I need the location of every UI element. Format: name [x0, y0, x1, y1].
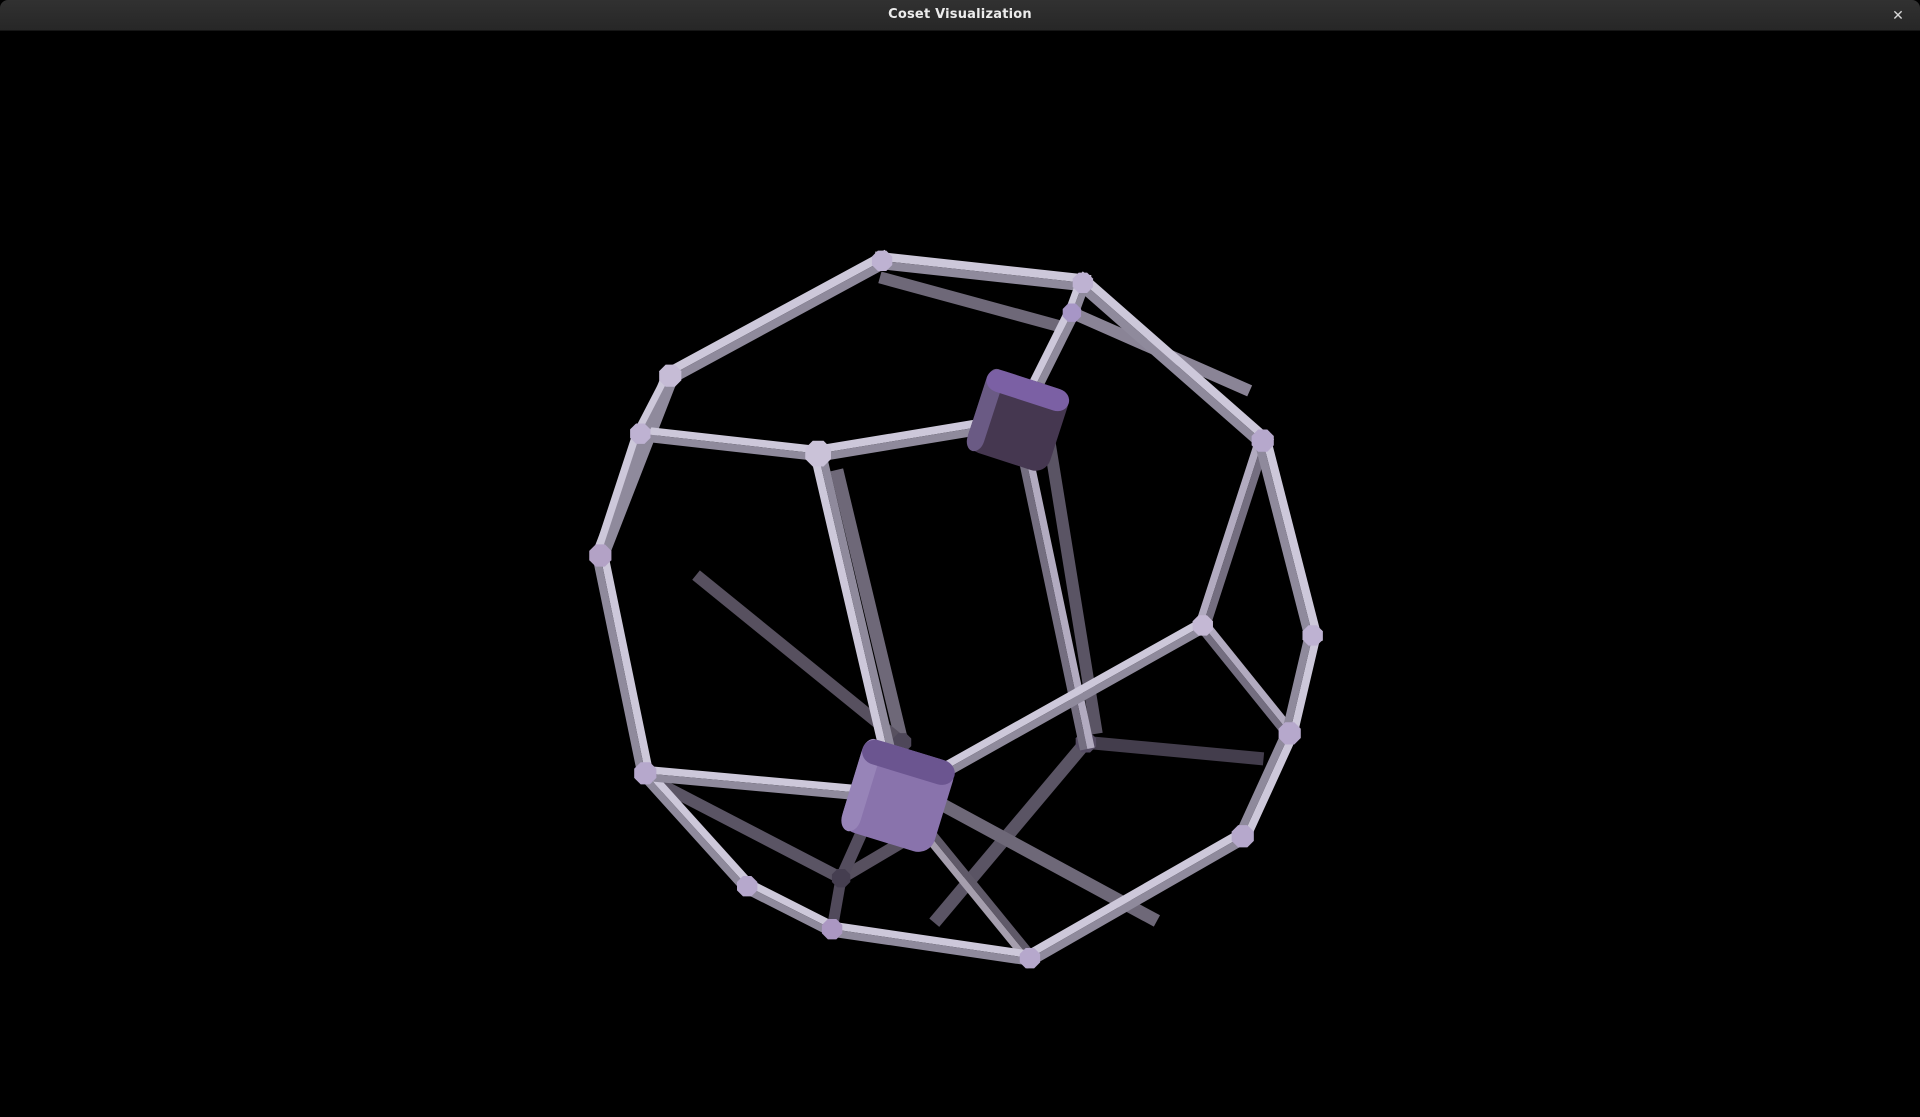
close-button[interactable]: ✕: [1886, 3, 1910, 27]
polytope-vertex-bevel: [1020, 948, 1040, 968]
polytope-vertex-bevel: [822, 919, 842, 939]
polytope-vertex-bevel: [1252, 430, 1274, 452]
polytope-vertex-bevel: [630, 423, 650, 443]
polytope-vertex-bevel: [1063, 304, 1081, 322]
close-icon: ✕: [1892, 7, 1904, 23]
coset-viewport[interactable]: [0, 31, 1920, 1117]
app-window: Coset Visualization ✕: [0, 0, 1920, 1117]
polytope-vertex-bevel: [1302, 625, 1322, 645]
polytope-vertex-back: [832, 869, 850, 887]
polytope-vertex-bevel: [1232, 825, 1254, 847]
polytope-vertex-bevel: [659, 365, 681, 387]
polytope-vertex-bevel: [872, 251, 892, 271]
polytope-vertex-bevel: [634, 762, 656, 784]
polytope-vertex-bevel: [589, 544, 611, 566]
window-titlebar[interactable]: Coset Visualization ✕: [0, 0, 1920, 31]
polytope-vertex-bevel: [805, 441, 831, 467]
polytope-vertex-bevel: [1193, 615, 1213, 635]
polytope-vertex-bevel: [737, 876, 757, 896]
polytope-vertex-bevel: [1279, 722, 1301, 744]
window-title: Coset Visualization: [0, 0, 1920, 30]
polytope-vertex-bevel: [1073, 273, 1093, 293]
